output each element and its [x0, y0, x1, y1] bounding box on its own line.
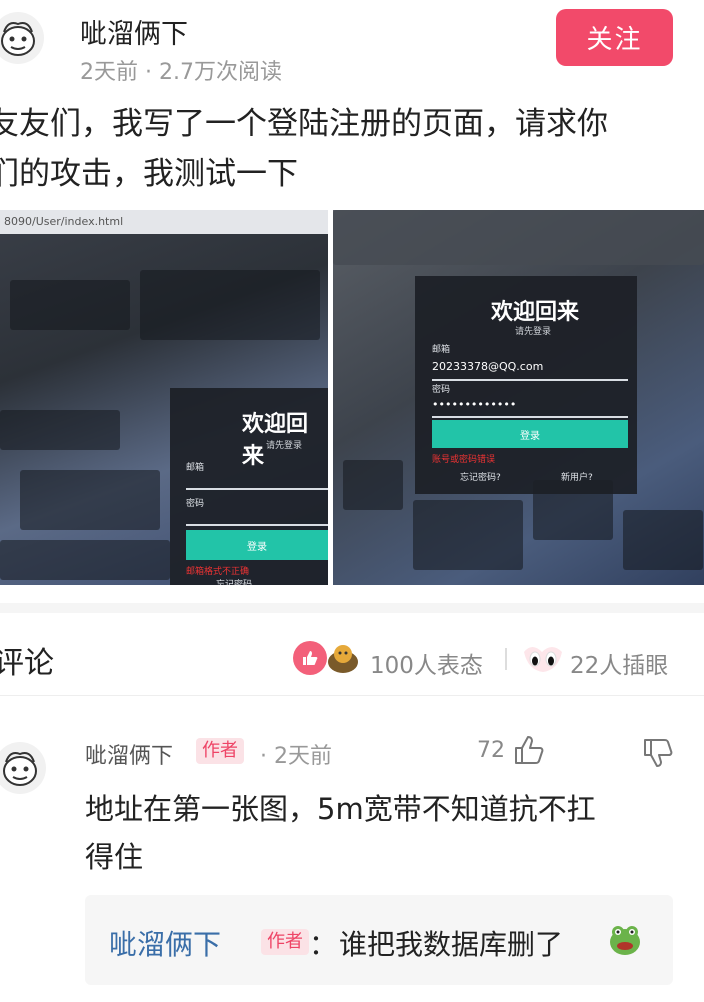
eyes-icon — [522, 642, 564, 678]
post-meta: 2天前 · 2.7万次阅读 — [80, 60, 282, 85]
error-message: 邮箱格式不正确 — [186, 567, 250, 577]
error-message: 账号或密码错误 — [432, 455, 496, 465]
avatar-face-icon — [3, 752, 37, 786]
panel-title: 欢迎回来 — [491, 300, 580, 325]
password-label: 密码 — [186, 499, 205, 509]
email-label: 邮箱 — [186, 463, 205, 473]
reply-box[interactable]: 呲溜俩下 作者 ： 谁把我数据库删了 — [85, 895, 673, 985]
forgot-link[interactable]: 忘记密码 — [216, 577, 252, 585]
thumbs-down-icon[interactable] — [641, 736, 675, 774]
comment-text-line1: 地址在第一张图，5m宽带不知道抗不扛 — [85, 792, 596, 826]
login-button[interactable]: 登录 — [432, 420, 628, 448]
reaction-icons[interactable] — [293, 640, 369, 676]
author-badge: 作者 — [196, 738, 244, 764]
new-user-link[interactable]: 新用户? — [561, 470, 593, 483]
post-image-1[interactable]: 8090/User/index.html 欢迎回来 请先登录 邮箱 密码 登录 … — [0, 210, 328, 585]
panel-subtitle: 请先登录 — [515, 327, 552, 337]
follow-button[interactable]: 关注 — [556, 9, 673, 66]
comment-author[interactable]: 呲溜俩下 — [85, 738, 173, 770]
post-image-2[interactable]: 欢迎回来 请先登录 邮箱 20233378@QQ.com 密码 ••••••••… — [333, 210, 704, 585]
comment-text-line2: 得住 — [85, 840, 144, 874]
frog-emoji-icon — [607, 921, 643, 961]
login-button[interactable]: 登录 — [186, 530, 328, 560]
avatar-face-icon — [1, 22, 35, 56]
reply-text: 谁把我数据库删了 — [339, 928, 564, 961]
browser-url-bar: 8090/User/index.html — [0, 210, 328, 234]
author-name[interactable]: 呲溜俩下 — [80, 12, 188, 51]
email-label: 邮箱 — [432, 345, 451, 355]
post-text-line2: 们的攻击，我测试一下 — [0, 156, 298, 192]
post-text-line1: 友友们，我写了一个登陆注册的页面，请求你 — [0, 106, 608, 142]
reply-author-badge: 作者 — [261, 929, 309, 955]
stat-separator — [505, 648, 507, 670]
views-count[interactable]: 22人插眼 — [570, 646, 668, 680]
login-panel-1: 欢迎回来 请先登录 邮箱 密码 登录 邮箱格式不正确 忘记密码 — [170, 388, 328, 585]
heart-thumb-icon — [293, 641, 327, 675]
password-label: 密码 — [432, 385, 451, 395]
like-count: 72 — [477, 738, 505, 763]
comment-time: · 2天前 — [260, 744, 332, 769]
section-divider — [0, 603, 704, 613]
comments-title: 评论 — [0, 646, 54, 681]
thumbs-up-icon[interactable] — [512, 733, 546, 771]
reactions-count[interactable]: 100人表态 — [370, 646, 483, 680]
password-value[interactable]: ••••••••••••• — [432, 398, 516, 411]
panel-subtitle: 请先登录 — [266, 441, 303, 451]
forgot-password-link[interactable]: 忘记密码? — [460, 470, 501, 483]
doge-emoji-icon — [325, 640, 361, 680]
divider-line — [0, 695, 704, 696]
email-value[interactable]: 20233378@QQ.com — [432, 360, 543, 373]
commenter-avatar[interactable] — [0, 742, 46, 794]
reply-colon: ： — [309, 928, 338, 961]
reply-author[interactable]: 呲溜俩下 — [109, 923, 221, 963]
author-avatar[interactable] — [0, 12, 44, 64]
login-panel-2: 欢迎回来 请先登录 邮箱 20233378@QQ.com 密码 ••••••••… — [415, 276, 637, 494]
